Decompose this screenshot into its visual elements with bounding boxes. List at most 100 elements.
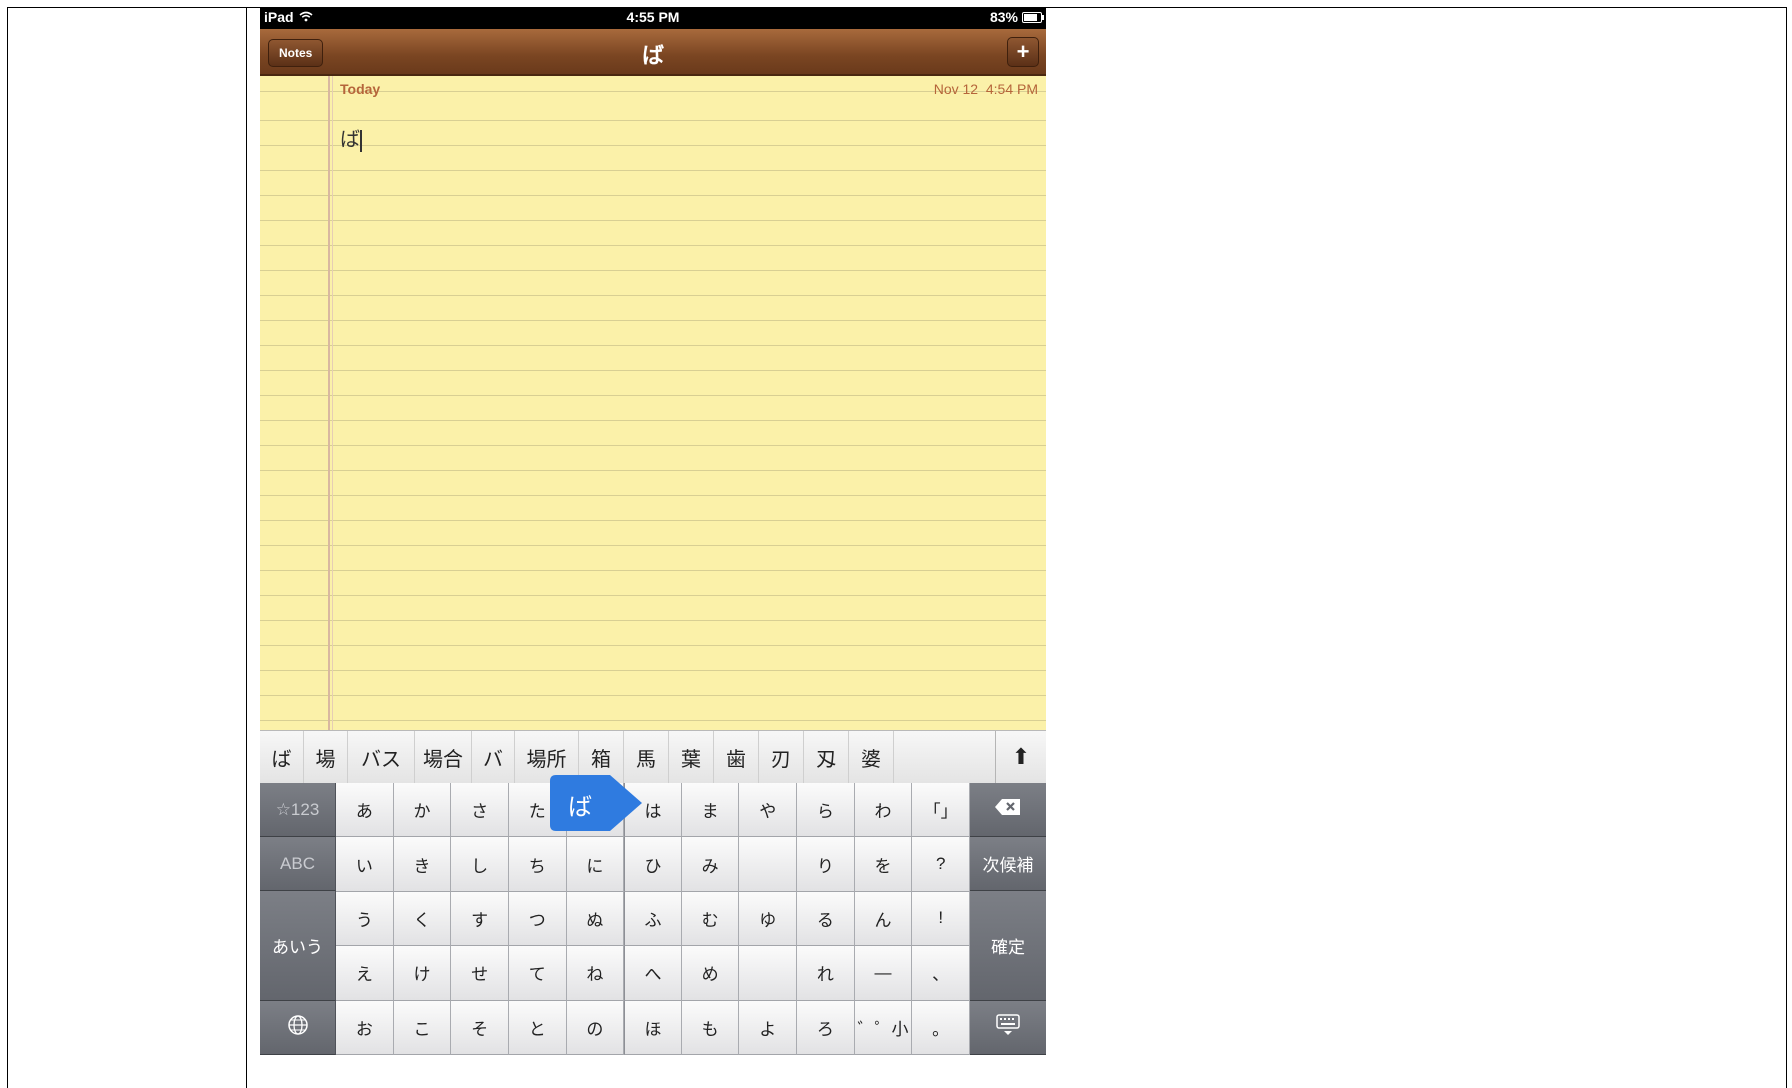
abc-key[interactable]: ABC (260, 837, 336, 891)
battery-icon (1022, 11, 1044, 23)
kana-key[interactable]: も (681, 1000, 740, 1055)
add-note-button[interactable]: + (1007, 37, 1039, 67)
table-divider (246, 7, 247, 1088)
kana-key[interactable]: に (566, 837, 625, 892)
flick-popup-label: ば (568, 794, 592, 821)
candidate-item[interactable]: 刃 (759, 731, 804, 783)
kana-key[interactable]: へ (624, 946, 682, 1001)
kana-key[interactable]: ろ (797, 1000, 855, 1055)
kana-key[interactable]: の (566, 1000, 625, 1055)
globe-key[interactable] (260, 1001, 336, 1055)
kana-key[interactable]: つ (508, 891, 567, 947)
kana-key-grid: あかさたなはまやらわ「」いきしちにひみりを?うくすつぬふむゆるん!えけせてねへめ… (336, 783, 970, 1055)
clock: 4:55 PM (626, 9, 680, 25)
kana-key[interactable] (739, 837, 798, 892)
kana-key[interactable]: — (854, 946, 913, 1001)
kana-key[interactable]: ゆ (739, 891, 798, 947)
numbers-key[interactable]: ☆123 (260, 783, 336, 837)
kana-key[interactable]: え (336, 946, 394, 1001)
candidate-bar: ば場バス 場合バ場所箱馬葉歯刃刄婆 ⬆ (260, 730, 1046, 784)
candidate-item[interactable]: 場 (304, 731, 348, 783)
kana-key[interactable]: あ (336, 783, 394, 838)
kana-key[interactable]: り (797, 837, 855, 892)
note-body-text: ば (340, 129, 360, 151)
kana-key[interactable] (739, 946, 798, 1001)
candidate-item[interactable]: バ (472, 731, 515, 783)
next-candidate-key[interactable]: 次候補 (970, 837, 1046, 891)
kana-key[interactable]: こ (393, 1000, 452, 1055)
kana-key[interactable]: そ (451, 1000, 509, 1055)
page-title: ば (641, 43, 664, 68)
kana-key[interactable]: を (854, 837, 913, 892)
candidate-item[interactable]: 葉 (669, 731, 714, 783)
note-time: 4:54 PM (985, 81, 1038, 97)
margin-line-inner (332, 76, 333, 730)
kana-key[interactable]: ら (797, 783, 855, 838)
kana-key[interactable]: ん (854, 891, 913, 947)
kana-key[interactable]: よ (739, 1000, 798, 1055)
note-day-label: Today (340, 81, 381, 97)
note-paper[interactable]: Today Nov 12 4:54 PM ば (260, 76, 1046, 730)
text-cursor (360, 129, 362, 152)
kana-key[interactable]: ふ (624, 891, 682, 947)
kana-key[interactable]: ゛゜小 (854, 1000, 913, 1055)
kana-key[interactable]: き (393, 837, 452, 892)
note-date: Nov 12 (933, 81, 979, 97)
kana-key[interactable]: 「」 (912, 783, 970, 838)
kana-key[interactable]: れ (797, 946, 855, 1001)
kana-keyboard: ☆123 ABC あいう あかさたなはまやらわ「」いきしちにひみりを?うくすつぬ… (260, 775, 1046, 1055)
hide-keyboard-key[interactable] (970, 1001, 1046, 1055)
kana-key[interactable]: う (336, 891, 394, 947)
margin-line (328, 76, 330, 730)
status-bar: iPad 4:55 PM 83% (260, 7, 1046, 29)
globe-icon (287, 1014, 309, 1041)
kana-key[interactable]: る (797, 891, 855, 947)
backspace-icon (994, 798, 1022, 821)
kana-key[interactable]: お (336, 1000, 394, 1055)
kana-key[interactable]: ! (912, 891, 970, 947)
kana-key[interactable]: め (681, 946, 740, 1001)
note-body[interactable]: ば (340, 123, 362, 152)
kana-key[interactable]: す (451, 891, 509, 947)
candidate-item[interactable]: 場合 (415, 731, 472, 783)
kana-key[interactable]: 、 (912, 946, 970, 1001)
kana-key[interactable]: ひ (624, 837, 682, 892)
kana-key[interactable]: い (336, 837, 394, 892)
kana-key[interactable]: て (508, 946, 567, 1001)
kana-key[interactable]: ほ (624, 1000, 682, 1055)
kana-key[interactable]: く (393, 891, 452, 947)
kana-key[interactable]: 。 (912, 1000, 970, 1055)
candidate-item[interactable]: 刄 (804, 731, 849, 783)
kana-key[interactable]: み (681, 837, 740, 892)
flick-popup: ば (550, 775, 644, 837)
kana-key[interactable]: さ (451, 783, 509, 838)
kana-key[interactable]: か (393, 783, 452, 838)
battery-fill (1024, 13, 1038, 21)
kana-key[interactable]: せ (451, 946, 509, 1001)
kana-key[interactable]: わ (854, 783, 913, 838)
confirm-key[interactable]: 確定 (970, 891, 1046, 1001)
kana-key[interactable]: し (451, 837, 509, 892)
kana-key[interactable]: む (681, 891, 740, 947)
kana-key[interactable]: け (393, 946, 452, 1001)
kana-key[interactable]: ぬ (566, 891, 625, 947)
candidate-item[interactable]: 歯 (714, 731, 759, 783)
kana-key[interactable]: ち (508, 837, 567, 892)
kana-key[interactable]: ま (681, 783, 740, 838)
kana-key[interactable]: や (739, 783, 798, 838)
flick-popup-shape (550, 775, 642, 831)
battery-percent: 83% (989, 9, 1018, 25)
kana-key[interactable]: ? (912, 837, 970, 892)
kana-key[interactable]: ね (566, 946, 625, 1001)
kana-mode-key[interactable]: あいう (260, 891, 336, 1001)
kana-key[interactable]: と (508, 1000, 567, 1055)
ipad-screen: iPad 4:55 PM 83% Notes ば + Today Nov 12 … (260, 7, 1046, 1055)
expand-candidates-button[interactable]: ⬆ (995, 731, 1046, 783)
candidate-item[interactable]: 婆 (849, 731, 894, 783)
keyboard-dismiss-icon (995, 1013, 1021, 1042)
candidate-item[interactable]: ば (260, 731, 304, 783)
delete-key[interactable] (970, 783, 1046, 837)
note-datestamp: Nov 12 4:54 PM (934, 81, 1038, 97)
candidate-item[interactable]: バス (348, 731, 415, 783)
navigation-bar: Notes ば + (260, 29, 1046, 76)
